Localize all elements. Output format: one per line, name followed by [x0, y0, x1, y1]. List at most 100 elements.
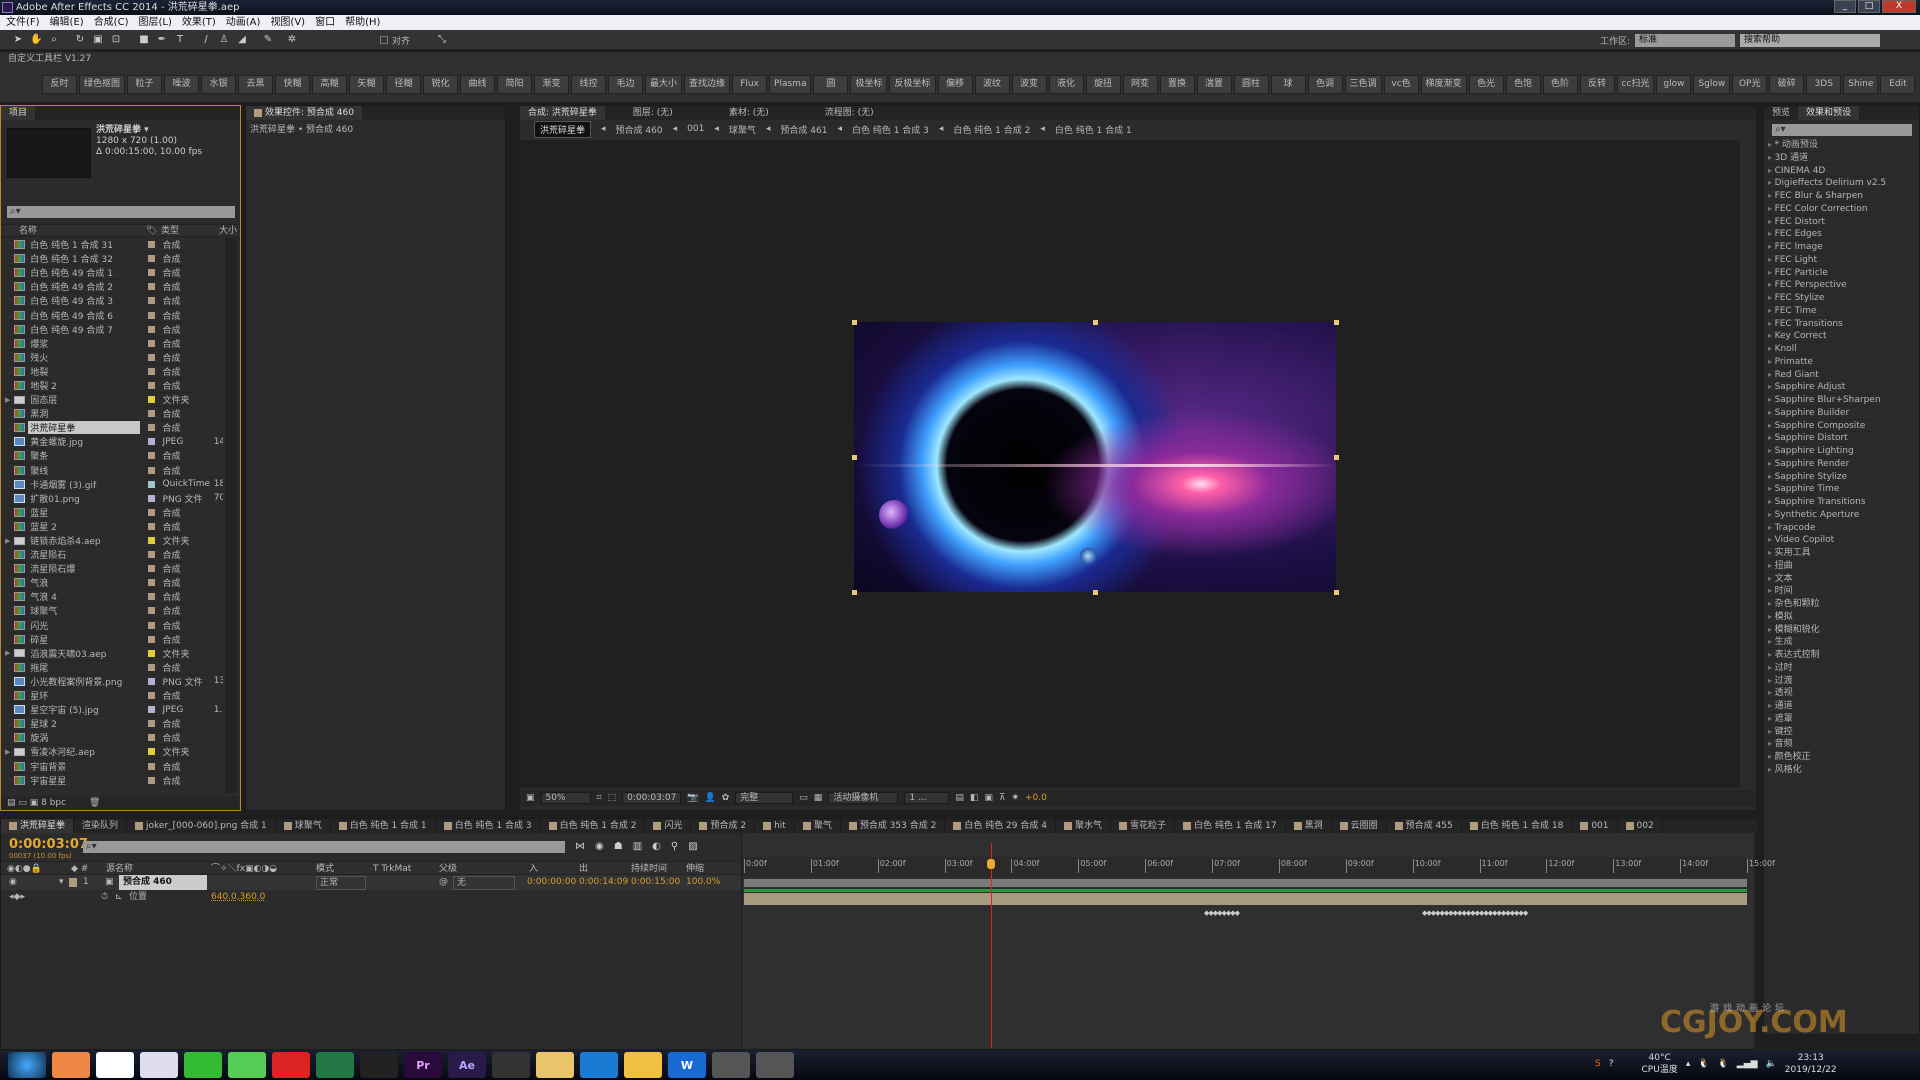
help-icon[interactable]: ?: [1609, 1059, 1614, 1069]
timeline-comp-tab[interactable]: 球聚气: [276, 819, 331, 833]
custom-tool-button[interactable]: 查找边缘: [684, 75, 731, 94]
custom-tool-button[interactable]: 径糊: [386, 75, 422, 94]
custom-tool-button[interactable]: 偏移: [937, 75, 973, 94]
expand-arrow-icon[interactable]: ▶: [5, 396, 10, 404]
effect-category[interactable]: 音频: [1768, 738, 1906, 751]
pan-behind-tool-icon[interactable]: ⊡: [110, 34, 122, 46]
label-color-swatch[interactable]: [148, 381, 155, 389]
effect-category[interactable]: Sapphire Composite: [1768, 420, 1906, 433]
column-size[interactable]: 大小: [219, 225, 237, 237]
effect-category[interactable]: Sapphire Transitions: [1768, 496, 1906, 509]
label-color-swatch[interactable]: [148, 480, 155, 488]
timeline-comp-tab[interactable]: 预合成 2: [691, 819, 756, 833]
custom-tool-button[interactable]: Sglow: [1693, 75, 1731, 94]
effect-category[interactable]: Knoll: [1768, 343, 1906, 356]
breadcrumb-item[interactable]: 球聚气: [729, 123, 756, 136]
custom-tool-button[interactable]: 破碎: [1769, 75, 1805, 94]
effect-category[interactable]: 透视: [1768, 687, 1906, 700]
eraser-tool-icon[interactable]: ◢: [236, 34, 248, 46]
custom-tool-button[interactable]: 三色调: [1344, 75, 1382, 94]
timeline-comp-tab[interactable]: 聚气: [795, 819, 841, 833]
custom-tool-button[interactable]: 湍置: [1196, 75, 1232, 94]
breadcrumb-item[interactable]: 白色 纯色 1 合成 1: [1055, 123, 1132, 136]
label-color-swatch[interactable]: [148, 367, 155, 375]
breadcrumb-item[interactable]: 001: [687, 124, 704, 134]
graph-toggle-icon[interactable]: ⊾: [115, 890, 123, 904]
transform-handle[interactable]: [852, 455, 857, 460]
effects-search-input[interactable]: ⌕▾: [1772, 124, 1912, 136]
fast-previews-icon[interactable]: ◧: [970, 793, 979, 803]
new-folder-icon[interactable]: ▭: [18, 798, 29, 808]
label-color-swatch[interactable]: [148, 579, 155, 587]
project-item[interactable]: 地裂 合成: [1, 365, 223, 379]
project-item[interactable]: 黑洞 合成: [1, 407, 223, 422]
effect-category[interactable]: Key Correct: [1768, 330, 1906, 343]
keyframe-navigator-icon[interactable]: ◂◆▸: [9, 890, 25, 904]
taskbar-app-colors[interactable]: [52, 1052, 90, 1078]
taskbar-app-bee[interactable]: [492, 1052, 530, 1078]
transform-handle[interactable]: [1334, 590, 1339, 595]
pickwhip-icon[interactable]: @: [439, 875, 448, 890]
project-item[interactable]: 球聚气 合成: [1, 604, 223, 619]
stopwatch-icon[interactable]: ⏱: [101, 890, 108, 904]
color-channels-icon[interactable]: ✿: [722, 793, 730, 803]
project-item[interactable]: 扩散01.png PNG 文件 70: [1, 492, 223, 506]
menu-item[interactable]: 合成(C): [94, 15, 129, 30]
tab-project[interactable]: 项目: [1, 106, 36, 120]
qq-icon[interactable]: 🐧: [1698, 1059, 1709, 1069]
custom-tool-button[interactable]: 旋扭: [1085, 75, 1121, 94]
show-hidden-icons[interactable]: ▴: [1686, 1059, 1691, 1069]
project-item[interactable]: 白色 纯色 49 合成 3 合成: [1, 294, 223, 309]
motion-blur-icon[interactable]: ◐: [652, 841, 661, 852]
project-item[interactable]: 星环 合成: [1, 689, 223, 704]
taskbar-app-feishu[interactable]: [140, 1052, 178, 1078]
effect-category[interactable]: FEC Distort: [1768, 216, 1906, 229]
mask-visibility-icon[interactable]: ⬚: [608, 793, 617, 803]
timeline-current-time[interactable]: 0:00:03:07: [9, 837, 88, 852]
workspace-select[interactable]: 标准: [1635, 34, 1736, 47]
custom-tool-button[interactable]: 锐化: [423, 75, 459, 94]
taskbar-app-player[interactable]: [580, 1052, 618, 1078]
grid-icon[interactable]: ⌗: [597, 793, 602, 803]
snap-checkbox[interactable]: [380, 36, 388, 44]
effect-category[interactable]: FEC Image: [1768, 241, 1906, 254]
exposure-icon[interactable]: ✷: [1011, 793, 1019, 803]
project-item[interactable]: 白色 纯色 49 合成 1 合成: [1, 266, 223, 281]
clock[interactable]: 23:13 2019/12/22: [1785, 1052, 1837, 1076]
effect-category[interactable]: 风格化: [1768, 764, 1906, 777]
layer-in-time[interactable]: 0:00:00:00: [527, 875, 576, 890]
puppet-tool-icon[interactable]: ✲: [286, 34, 298, 46]
label-color-swatch[interactable]: [148, 424, 155, 432]
composition-viewer[interactable]: [520, 140, 1740, 788]
custom-tool-button[interactable]: 渐变: [534, 75, 570, 94]
column-name[interactable]: 名称: [19, 225, 37, 237]
effect-category[interactable]: FEC Light: [1768, 254, 1906, 267]
project-item[interactable]: 闪光 合成: [1, 619, 223, 633]
resolution-select[interactable]: 完整: [735, 792, 794, 804]
project-item[interactable]: 旋涡 合成: [1, 731, 223, 746]
column-stretch[interactable]: 伸缩: [686, 862, 704, 876]
axis-mode-icon[interactable]: ⤡: [436, 34, 448, 46]
project-item[interactable]: 聚线 合成: [1, 464, 223, 478]
custom-tool-button[interactable]: 去黑: [238, 75, 274, 94]
comp-viewer-tab[interactable]: 图层: (无): [625, 106, 681, 120]
effect-category[interactable]: Primatte: [1768, 356, 1906, 369]
project-item[interactable]: 洪荒碎星拳 合成: [1, 421, 223, 436]
label-color-swatch[interactable]: [148, 325, 155, 333]
draft-3d-icon[interactable]: ◉: [595, 841, 604, 852]
timeline-comp-tab[interactable]: 白色 纯色 29 合成 4: [945, 819, 1056, 833]
custom-tool-button[interactable]: 高糊: [312, 75, 348, 94]
taskbar-app-explorer[interactable]: [536, 1052, 574, 1078]
effect-category[interactable]: 杂色和颗粒: [1768, 598, 1906, 611]
label-color-swatch[interactable]: [148, 452, 155, 460]
project-item[interactable]: 宇宙星星 合成: [1, 774, 223, 788]
transform-handle[interactable]: [852, 590, 857, 595]
custom-tool-button[interactable]: Shine: [1843, 75, 1879, 94]
effect-category[interactable]: 遮罩: [1768, 713, 1906, 726]
timeline-comp-tab[interactable]: 闪光: [645, 819, 692, 833]
hand-tool-icon[interactable]: ✋: [30, 34, 42, 46]
project-item[interactable]: 气浪 合成: [1, 576, 223, 591]
network-icon[interactable]: ▂▄▆: [1737, 1059, 1758, 1069]
taskbar-app-wechat[interactable]: [184, 1052, 222, 1078]
effect-category[interactable]: Sapphire Stylize: [1768, 471, 1906, 484]
